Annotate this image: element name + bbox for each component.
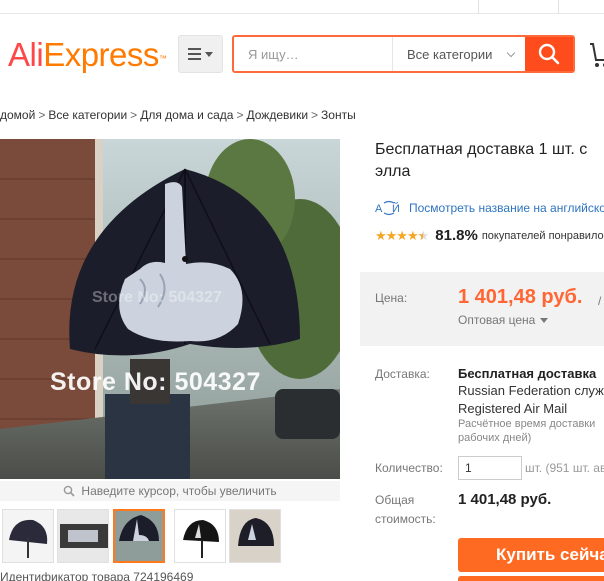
product-title-line: элла <box>375 163 411 180</box>
top-nav-strip <box>0 0 604 14</box>
quantity-available: шт. (951 шт. ав <box>525 461 604 475</box>
translate-icon: A Й <box>375 200 400 216</box>
breadcrumb-item[interactable]: Все категории <box>48 108 127 122</box>
shipping-method: Registered Air Mail <box>458 401 568 416</box>
search-input[interactable] <box>234 37 392 71</box>
chevron-down-icon <box>205 51 213 57</box>
total-label: Общая <box>375 493 415 507</box>
breadcrumb-separator: > <box>236 108 244 122</box>
product-title: Бесплатная доставка 1 шт. с элла <box>375 139 604 183</box>
logo-express-text: Express <box>43 36 159 73</box>
rating-stars: ★★★★★ ★ <box>375 227 429 243</box>
product-title-line: Бесплатная доставка 1 шт. с <box>375 141 588 158</box>
price-label: Цена: <box>375 291 408 305</box>
shipping-estimate-days: рабочих дней) <box>458 432 532 444</box>
product-main-image[interactable]: Store No: 504327 Store No: 504327 <box>0 139 340 479</box>
svg-text:A: A <box>375 203 383 215</box>
rating-label: покупателей понравилось <box>481 229 604 242</box>
breadcrumb-separator: > <box>311 108 319 122</box>
thumbnail[interactable] <box>2 509 54 563</box>
thumbnail[interactable] <box>174 509 226 563</box>
magnifier-icon <box>64 485 75 497</box>
breadcrumb-separator: > <box>130 108 138 122</box>
logo-tm: ™ <box>158 54 167 63</box>
search-icon <box>538 43 560 65</box>
translate-link[interactable]: A Й Посмотреть название на английском <box>375 200 604 216</box>
svg-text:Й: Й <box>392 202 400 215</box>
buy-now-button[interactable]: Купить сейча <box>458 538 604 572</box>
chevron-down-icon <box>506 48 516 58</box>
shipping-title: Бесплатная доставка <box>458 366 597 381</box>
price-value: 1 401,48 руб. <box>458 286 583 308</box>
breadcrumb-separator: > <box>38 108 46 122</box>
breadcrumb-item[interactable]: Дождевики <box>246 108 308 122</box>
quantity-input[interactable] <box>458 456 522 480</box>
product-id: Идентификатор товара 724196469 <box>0 570 194 581</box>
cart-icon[interactable] <box>588 36 604 72</box>
search-button[interactable] <box>525 37 573 71</box>
category-menu-button[interactable] <box>178 35 223 73</box>
breadcrumb-item[interactable]: Зонты <box>321 108 356 122</box>
thumbnail[interactable] <box>229 509 281 563</box>
watermark-small: Store No: 504327 <box>92 289 222 306</box>
price-panel <box>360 272 604 346</box>
aliexpress-logo[interactable]: AliExpress™ <box>8 36 167 73</box>
total-label-line2: стоимость: <box>375 512 436 526</box>
price-unit: / <box>598 294 602 308</box>
rating-percent: 81.8% <box>435 227 478 244</box>
wholesale-label: Оптовая цена <box>458 313 536 327</box>
watermark-large: Store No: 504327 <box>50 368 261 396</box>
umbrella-photo <box>0 139 340 479</box>
wholesale-price-toggle[interactable]: Оптовая цена <box>458 313 549 327</box>
search-bar: Все категории <box>232 35 575 73</box>
category-select[interactable]: Все категории <box>393 37 526 71</box>
shipping-destination[interactable]: Russian Federation служ <box>458 383 604 398</box>
top-nav-separator <box>478 0 479 14</box>
chevron-down-icon <box>540 317 549 323</box>
breadcrumb-item[interactable]: Для дома и сада <box>140 108 233 122</box>
quantity-label: Количество: <box>375 461 443 475</box>
total-value: 1 401,48 руб. <box>458 491 552 508</box>
top-nav-separator <box>558 0 559 14</box>
menu-icon <box>188 48 201 60</box>
zoom-hint-text: Наведите курсор, чтобы увеличить <box>81 484 277 498</box>
zoom-hint: Наведите курсор, чтобы увеличить <box>0 481 340 501</box>
product-rating: ★★★★★ ★ 81.8% покупателей понравилось <box>375 227 604 244</box>
category-select-label: Все категории <box>407 46 493 62</box>
thumbnail[interactable] <box>57 509 109 563</box>
translate-link-text: Посмотреть название на английском <box>409 201 604 215</box>
add-to-cart-button[interactable] <box>458 576 604 581</box>
shipping-label: Доставка: <box>375 367 430 381</box>
thumbnail-selected[interactable] <box>113 509 165 563</box>
shipping-estimate: Расчётное время доставки <box>458 418 596 430</box>
breadcrumb: домой > Все категории > Для дома и сада > Дожд… <box>0 108 356 122</box>
logo-ali-text: Ali <box>8 36 44 73</box>
breadcrumb-item[interactable]: домой <box>0 108 35 122</box>
